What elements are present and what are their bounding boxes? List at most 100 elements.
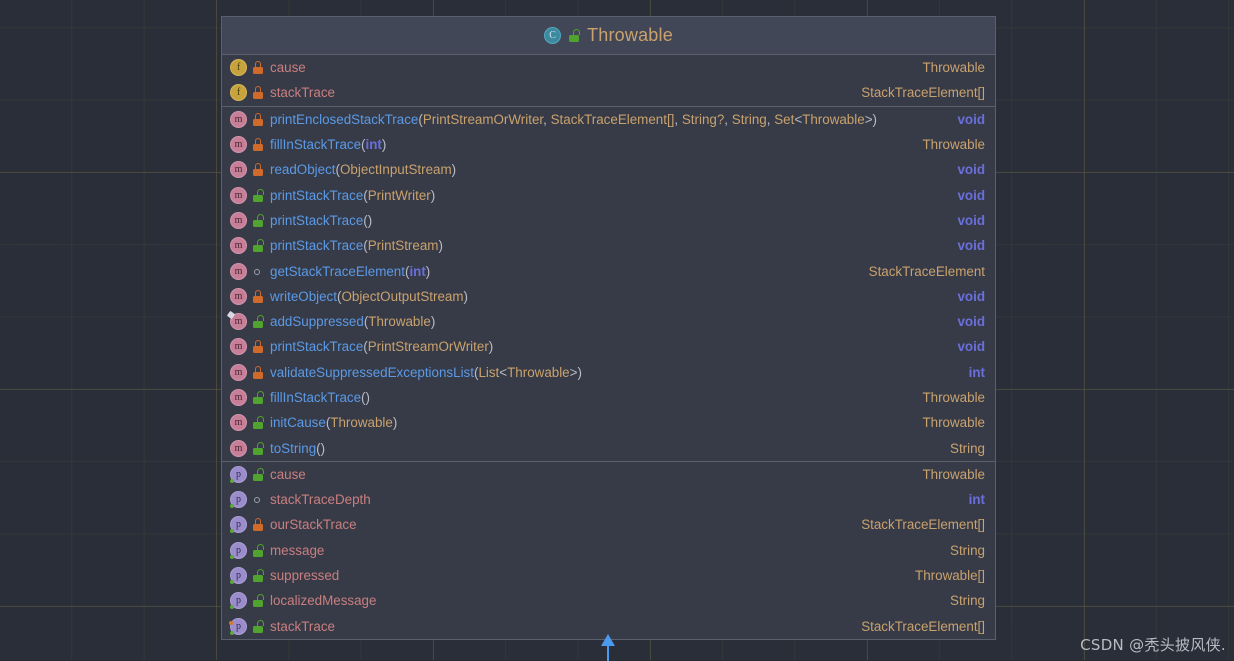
class-node-header[interactable]: C Throwable <box>222 17 995 55</box>
method-icon: m <box>230 414 247 432</box>
member-row[interactable]: m getStackTraceElement(int) StackTraceElem… <box>222 258 995 283</box>
member-row[interactable]: m fillInStackTrace() Throwable <box>222 385 995 410</box>
method-icon: m <box>230 136 247 154</box>
unlock-green-icon <box>568 29 581 42</box>
member-gutter: p <box>230 491 270 509</box>
property-icon: p <box>229 617 247 635</box>
uml-diagram-canvas[interactable]: C Throwable f cause Throwable f stackTrace St… <box>0 0 1234 661</box>
member-signature: readObject(ObjectInputStream) <box>270 162 457 178</box>
member-return-type: Throwable <box>922 390 985 405</box>
property-icon: p <box>230 516 247 534</box>
member-gutter: m <box>230 287 270 305</box>
method-icon: m <box>230 439 247 457</box>
member-return-type: Throwable <box>922 137 985 153</box>
member-gutter: p <box>230 465 270 483</box>
member-signature: stackTrace <box>270 85 335 101</box>
field-icon: f <box>230 59 247 77</box>
member-gutter: m <box>230 262 270 280</box>
member-row[interactable]: p suppressed Throwable[] <box>222 563 995 588</box>
property-icon: p <box>230 491 247 509</box>
member-row[interactable]: p message String <box>222 538 995 563</box>
class-node-throwable[interactable]: C Throwable f cause Throwable f stackTrace St… <box>221 16 996 640</box>
member-row[interactable]: f stackTrace StackTraceElement[] <box>222 80 995 105</box>
member-row[interactable]: m printStackTrace(PrintWriter) void <box>222 182 995 207</box>
member-signature: cause <box>270 466 306 482</box>
class-icon: C <box>544 27 562 44</box>
member-return-type: StackTraceElement[] <box>861 618 985 634</box>
member-signature: stackTraceDepth <box>270 492 371 508</box>
member-gutter: p <box>230 567 270 585</box>
method-icon: m <box>230 211 247 229</box>
member-return-type: String <box>950 542 985 558</box>
package-private-icon <box>252 493 264 506</box>
member-signature: message <box>270 542 325 558</box>
member-gutter: p <box>230 592 270 610</box>
method-override-icon: m <box>230 313 247 331</box>
unlock-green-icon <box>252 441 264 455</box>
member-signature: initCause(Throwable) <box>270 415 398 431</box>
member-row[interactable]: p localizedMessage String <box>222 588 995 613</box>
member-return-type: void <box>957 314 985 330</box>
inheritance-arrow-icon <box>601 634 615 661</box>
member-row[interactable]: m initCause(Throwable) Throwable <box>222 410 995 435</box>
member-gutter: m <box>230 110 270 128</box>
member-gutter: m <box>230 186 270 204</box>
member-gutter: m <box>230 136 270 154</box>
member-row[interactable]: m toString() String <box>222 435 995 460</box>
member-gutter: m <box>230 211 270 229</box>
package-private-icon <box>252 265 264 278</box>
method-icon: m <box>230 389 247 406</box>
member-row[interactable]: p stackTraceDepth int <box>222 487 995 512</box>
member-signature: toString() <box>270 440 326 456</box>
member-section-properties: p cause Throwable p stackTraceDepth int p ourSt… <box>222 462 995 639</box>
member-gutter: f <box>230 59 270 77</box>
member-return-type: StackTraceElement[] <box>861 85 985 101</box>
member-signature: printStackTrace(PrintStream) <box>270 238 443 254</box>
member-section-fields: f cause Throwable f stackTrace StackTraceElem… <box>222 55 995 107</box>
member-gutter: f <box>230 84 270 102</box>
lock-orange-icon <box>252 518 264 532</box>
member-gutter: m <box>230 237 270 255</box>
lock-orange-icon <box>252 61 264 75</box>
member-return-type: int <box>968 492 985 508</box>
unlock-green-icon <box>252 213 264 227</box>
member-row[interactable]: m printStackTrace() void <box>222 208 995 233</box>
member-signature: fillInStackTrace(int) <box>270 137 387 153</box>
member-gutter: m <box>230 338 270 356</box>
member-signature: printStackTrace(PrintStreamOrWriter) <box>270 339 494 355</box>
member-signature: ourStackTrace <box>270 517 357 533</box>
lock-orange-icon <box>252 112 264 126</box>
member-gutter: p <box>229 617 270 635</box>
member-signature: printStackTrace() <box>270 212 373 228</box>
member-signature: fillInStackTrace() <box>270 390 370 405</box>
member-row[interactable]: m printStackTrace(PrintStreamOrWriter) voi… <box>222 334 995 359</box>
member-row[interactable]: m writeObject(ObjectOutputStream) void <box>222 284 995 309</box>
member-row[interactable]: m printEnclosedStackTrace(PrintStreamOrWr… <box>222 107 995 132</box>
method-icon: m <box>230 262 247 280</box>
member-row[interactable]: p ourStackTrace StackTraceElement[] <box>222 512 995 537</box>
member-return-type: String <box>950 593 985 609</box>
member-row[interactable]: f cause Throwable <box>222 55 995 80</box>
unlock-green-icon <box>252 619 264 633</box>
lock-orange-icon <box>252 138 264 152</box>
method-icon: m <box>230 363 247 381</box>
lock-orange-icon <box>252 365 264 379</box>
lock-orange-icon <box>252 340 264 354</box>
member-row[interactable]: m readObject(ObjectInputStream) void <box>222 157 995 182</box>
lock-orange-icon <box>252 86 264 100</box>
member-signature: addSuppressed(Throwable) <box>270 314 436 330</box>
member-return-type: StackTraceElement[] <box>861 517 985 533</box>
member-signature: getStackTraceElement(int) <box>270 263 431 279</box>
unlock-green-icon <box>252 391 264 404</box>
member-row[interactable]: m addSuppressed(Throwable) void <box>222 309 995 334</box>
member-gutter: m <box>230 414 270 432</box>
unlock-green-icon <box>252 543 264 557</box>
property-icon: p <box>230 592 247 610</box>
member-return-type: Throwable[] <box>915 568 985 584</box>
member-row[interactable]: m printStackTrace(PrintStream) void <box>222 233 995 258</box>
member-row[interactable]: m fillInStackTrace(int) Throwable <box>222 132 995 157</box>
member-row[interactable]: m validateSuppressedExceptionsList(List<T… <box>222 360 995 385</box>
unlock-green-icon <box>252 315 264 329</box>
member-gutter: m <box>230 363 270 381</box>
member-row[interactable]: p cause Throwable <box>222 462 995 487</box>
